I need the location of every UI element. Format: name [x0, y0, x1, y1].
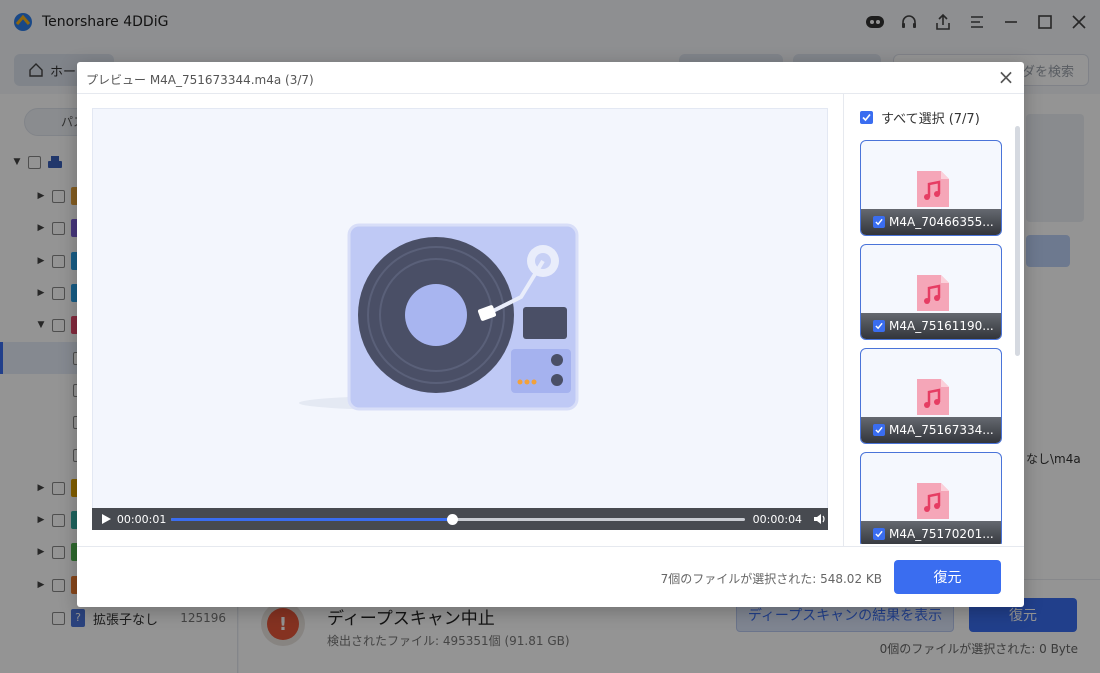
selected-files-summary: 7個のファイルが選択された: 548.02 KB — [660, 572, 882, 586]
thumbnail-filename: M4A_75170201... — [889, 527, 994, 541]
panel-divider — [843, 94, 844, 546]
audio-preview-area — [92, 108, 828, 530]
file-thumbnail[interactable]: M4A_75161190... — [860, 244, 1002, 340]
select-all-label: すべて選択 (7/7) — [881, 112, 980, 127]
checkbox-checked-icon[interactable] — [860, 111, 873, 124]
seek-handle[interactable] — [447, 513, 459, 525]
checkbox-checked-icon[interactable] — [873, 320, 885, 332]
volume-icon[interactable] — [812, 511, 828, 527]
thumbnail-filename: M4A_75161190... — [889, 319, 994, 333]
play-icon[interactable] — [98, 511, 114, 527]
close-icon[interactable]: × — [996, 67, 1016, 88]
file-thumbnail-current[interactable]: M4A_75167334... — [860, 348, 1002, 444]
turntable-illustration-icon — [299, 223, 579, 411]
file-thumbnail[interactable]: M4A_70466355... — [860, 140, 1002, 236]
current-time: 00:00:01 — [116, 512, 167, 526]
music-file-icon — [917, 275, 949, 311]
file-thumbnail-list: M4A_70466355... M4A_75161190... M4A_7516… — [860, 140, 1002, 544]
end-time: 00:00:04 — [752, 512, 803, 526]
checkbox-checked-icon[interactable] — [873, 216, 885, 228]
music-file-icon — [917, 483, 949, 519]
file-thumbnail[interactable]: M4A_75170201... — [860, 452, 1002, 544]
music-file-icon — [917, 171, 949, 207]
thumbnail-filename: M4A_75167334... — [889, 423, 994, 437]
checkbox-checked-icon[interactable] — [873, 528, 885, 540]
music-file-icon — [917, 379, 949, 415]
preview-dialog: プレビュー M4A_751673344.m4a (3/7) × 00:00:01… — [77, 62, 1024, 607]
recover-button[interactable]: 復元 — [894, 560, 1001, 594]
select-all-checkbox[interactable]: すべて選択 (7/7) — [860, 108, 980, 127]
preview-dialog-title: プレビュー M4A_751673344.m4a (3/7) — [86, 73, 314, 87]
preview-dialog-header: プレビュー M4A_751673344.m4a (3/7) × — [77, 62, 1024, 94]
thumbnail-scrollbar[interactable] — [1015, 126, 1020, 356]
audio-player-bar: 00:00:01 00:00:04 — [92, 508, 828, 530]
audio-seek-slider[interactable] — [171, 513, 745, 525]
checkbox-checked-icon[interactable] — [873, 424, 885, 436]
seek-progress — [171, 517, 453, 521]
thumbnail-filename: M4A_70466355... — [889, 215, 994, 229]
footer-divider — [77, 546, 1024, 547]
